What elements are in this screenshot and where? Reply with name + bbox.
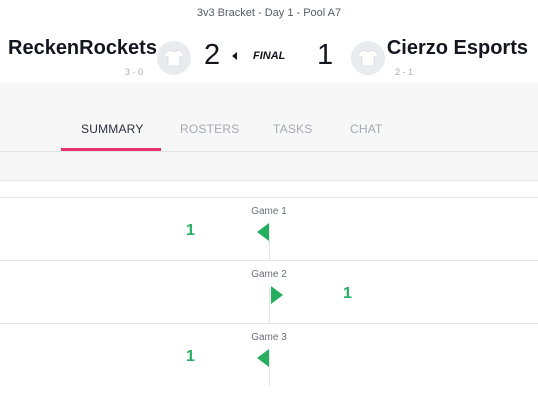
win-count: 1 — [343, 285, 352, 302]
win-count: 1 — [186, 222, 195, 239]
team-right-record: 2 - 1 — [395, 67, 414, 77]
tab-rosters[interactable]: ROSTERS — [180, 122, 239, 136]
team-left-record: 3 - 0 — [125, 67, 144, 77]
game-row-3[interactable]: Game 3 1 — [0, 323, 538, 386]
flag-icon — [257, 349, 269, 367]
tab-summary[interactable]: SUMMARY — [81, 122, 144, 136]
team-right-avatar[interactable] — [351, 41, 385, 75]
tab-chat[interactable]: CHAT — [350, 122, 383, 136]
tabs-bar: SUMMARY ROSTERS TASKS CHAT — [0, 82, 538, 181]
team-left-name[interactable]: ReckenRockets — [8, 37, 157, 60]
match-status: FINAL — [253, 50, 286, 62]
tab-tasks[interactable]: TASKS — [273, 122, 312, 136]
game-label: Game 3 — [251, 332, 287, 343]
jersey-icon — [357, 49, 379, 67]
flag-icon — [271, 286, 283, 304]
tabs-bottom-divider — [0, 180, 538, 181]
win-count: 1 — [186, 348, 195, 365]
flag-icon — [257, 223, 269, 241]
tabs-divider — [0, 151, 538, 152]
game-row-1[interactable]: Game 1 1 — [0, 197, 538, 260]
team-left-score: 2 — [204, 39, 221, 71]
team-right-score: 1 — [317, 39, 334, 71]
team-left-avatar[interactable] — [157, 41, 191, 75]
team-right-name[interactable]: Cierzo Esports — [387, 37, 528, 60]
arrow-left-icon — [232, 52, 237, 60]
game-label: Game 2 — [251, 269, 287, 280]
bracket-title: 3v3 Bracket - Day 1 - Pool A7 — [196, 7, 342, 19]
jersey-icon — [163, 49, 185, 67]
game-label: Game 1 — [251, 206, 287, 217]
game-row-2[interactable]: Game 2 1 — [0, 260, 538, 323]
